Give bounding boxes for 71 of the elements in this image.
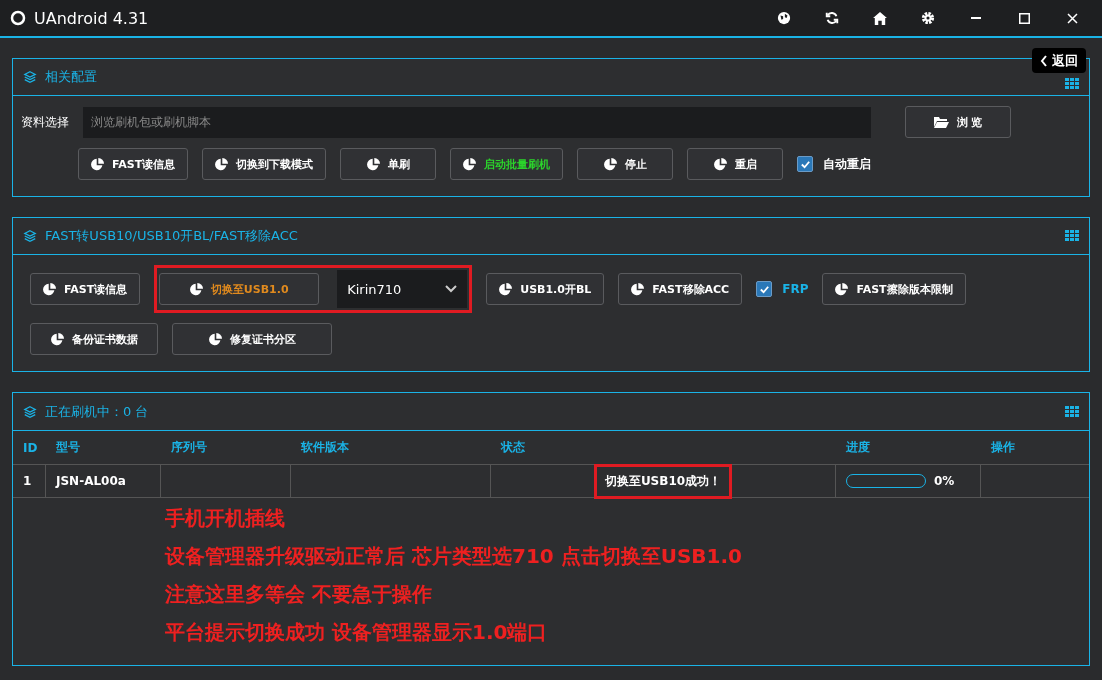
pie-chart-icon [208, 332, 222, 346]
layers-icon [23, 70, 37, 84]
table-cell: 1 [13, 465, 46, 498]
action-button[interactable]: 切换至USB1.0 [159, 273, 320, 305]
action-button[interactable]: FAST读信息 [78, 148, 189, 180]
grid-icon[interactable] [1065, 78, 1079, 90]
layers-icon [23, 229, 37, 243]
home-icon[interactable] [873, 11, 887, 25]
annotation-text: 平台提示切换成功 设备管理器显示1.0端口 [165, 619, 549, 646]
layers-icon [23, 404, 37, 419]
annotation-text: 手机开机插线 [165, 505, 286, 532]
pie-chart-icon [215, 157, 229, 171]
action-button[interactable]: 启动批量刷机 [450, 148, 564, 180]
action-button[interactable]: 重启 [687, 148, 784, 180]
progress-text: 0% [934, 474, 955, 488]
action-button[interactable]: FAST读信息 [30, 273, 141, 305]
pie-chart-icon [91, 157, 104, 171]
checkbox[interactable] [797, 156, 814, 172]
checkbox[interactable] [756, 281, 773, 297]
pie-chart-icon [43, 282, 56, 296]
close-icon[interactable] [1066, 12, 1078, 24]
action-button[interactable]: 备份证书数据 [30, 323, 158, 355]
window-title: UAndroid 4.31 [34, 8, 150, 28]
action-button[interactable]: FAST移除ACC [618, 273, 743, 305]
panel-title: 相关配置 [45, 68, 98, 86]
pie-chart-icon [463, 157, 477, 171]
pie-chart-icon [366, 157, 380, 171]
column-header: 状态 [491, 430, 836, 465]
browse-button[interactable]: 浏 览 [905, 106, 1011, 138]
pie-chart-icon [631, 282, 645, 296]
action-button[interactable]: 单刷 [340, 148, 437, 180]
column-header: 进度 [836, 430, 981, 465]
annotation-text: 设备管理器升级驱动正常后 芯片类型选710 点击切换至USB1.0 [165, 543, 743, 570]
panel-title: FAST转USB10/USB10开BL/FAST移除ACC [45, 227, 299, 245]
column-header: 软件版本 [291, 430, 491, 465]
checkbox-label: 自动重启 [823, 155, 872, 173]
action-button[interactable]: 停止 [577, 148, 674, 180]
table-cell: JSN-AL00a [46, 465, 161, 498]
pie-chart-icon [499, 282, 513, 296]
field-label: 资料选择 [21, 113, 69, 131]
status-text: 切换至USB10成功！ [593, 463, 733, 499]
chevron-left-icon [1040, 54, 1048, 67]
annotation-text: 注意这里多等会 不要急于操作 [165, 581, 433, 608]
check-icon [799, 158, 811, 170]
pie-chart-icon [603, 157, 617, 171]
column-header: 操作 [981, 430, 1089, 465]
settings-icon[interactable] [921, 11, 935, 25]
grid-icon[interactable] [1065, 405, 1079, 418]
action-button[interactable]: 修复证书分区 [172, 323, 332, 355]
file-path-field[interactable]: 浏览刷机包或刷机脚本 [83, 106, 871, 138]
action-button[interactable]: FAST擦除版本限制 [822, 273, 966, 305]
refresh-icon[interactable] [825, 11, 839, 25]
grid-icon[interactable] [1065, 230, 1079, 242]
pie-chart-icon [835, 282, 849, 296]
chip-select[interactable]: Kirin710 [337, 270, 468, 308]
action-button[interactable]: 切换到下载模式 [202, 148, 327, 180]
check-icon [758, 283, 770, 295]
ring-logo-icon [10, 10, 26, 26]
column-header: ID [13, 430, 46, 465]
chevron-down-icon [445, 285, 458, 293]
pie-chart-icon [189, 282, 203, 296]
action-button[interactable]: USB1.0开BL [486, 273, 605, 305]
column-header: 序列号 [161, 430, 291, 465]
back-button[interactable]: 返回 [1032, 48, 1086, 73]
pie-chart-icon [713, 157, 727, 171]
column-header: 型号 [46, 430, 161, 465]
maximize-icon[interactable] [1018, 12, 1030, 24]
folder-icon [933, 116, 949, 128]
pie-chart-icon [50, 332, 64, 346]
checkbox-label: FRP [782, 282, 809, 296]
panel-title: 正在刷机中：0 台 [45, 402, 150, 421]
